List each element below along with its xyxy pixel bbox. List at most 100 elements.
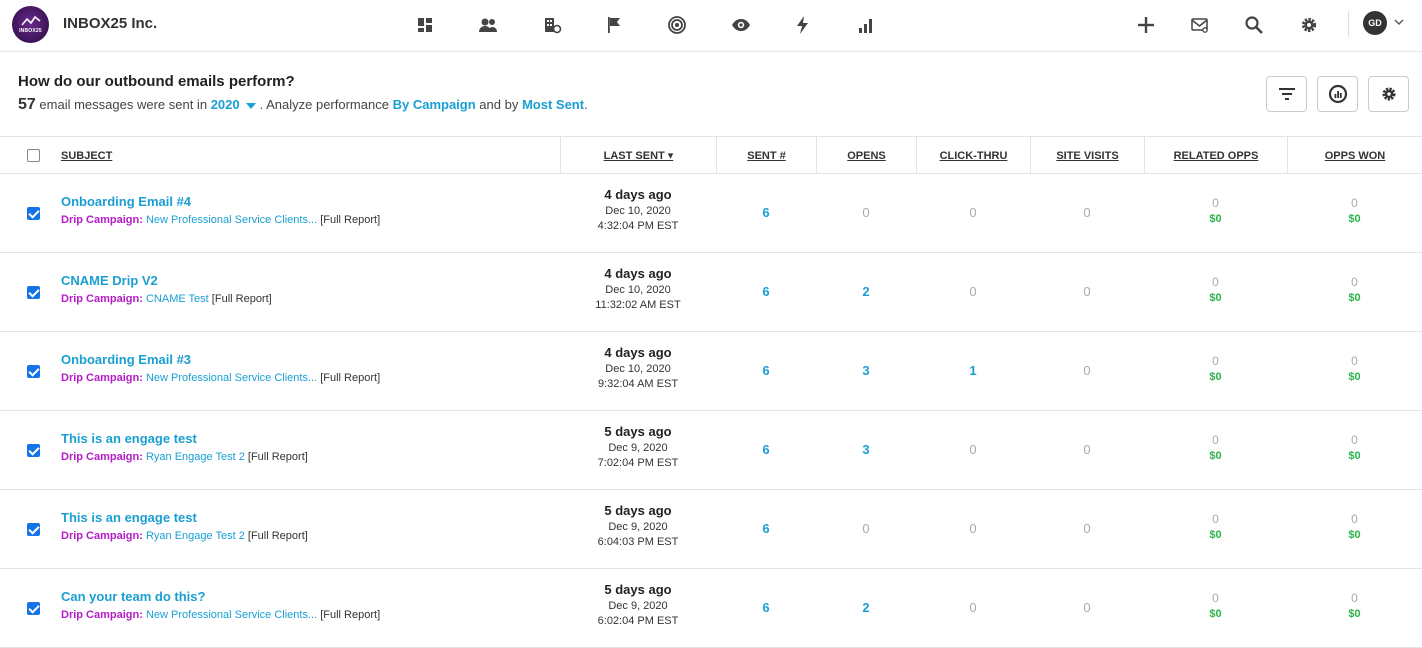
row-checkbox[interactable]: [27, 602, 40, 615]
row-checkbox[interactable]: [27, 286, 40, 299]
clicks-count[interactable]: 0: [916, 205, 1030, 220]
filter-button[interactable]: [1266, 76, 1307, 112]
mail-search-icon[interactable]: [1186, 12, 1214, 38]
col-related-opps[interactable]: RELATED OPPS: [1144, 137, 1287, 174]
site-visits-count[interactable]: 0: [1030, 442, 1144, 457]
full-report-link[interactable]: [Full Report]: [212, 293, 272, 305]
related-opps-amount: $0: [1209, 292, 1222, 304]
campaign-link[interactable]: CNAME Test: [146, 293, 209, 305]
user-avatar[interactable]: GD: [1363, 11, 1387, 35]
last-sent-date: Dec 10, 2020: [605, 284, 671, 296]
full-report-link[interactable]: [Full Report]: [320, 214, 380, 226]
last-sent-time: 7:02:04 PM EST: [597, 457, 679, 469]
col-opens[interactable]: OPENS: [816, 137, 916, 174]
contacts-icon[interactable]: [474, 12, 502, 38]
last-sent-time: 6:02:04 PM EST: [597, 615, 679, 627]
target-icon[interactable]: [663, 12, 691, 38]
email-subject-link[interactable]: CNAME Drip V2: [61, 273, 272, 288]
opens-count[interactable]: 0: [816, 205, 916, 220]
email-subject-link[interactable]: Onboarding Email #4: [61, 194, 380, 209]
col-site-visits[interactable]: SITE VISITS: [1030, 137, 1144, 174]
chart-view-button[interactable]: [1317, 76, 1358, 112]
full-report-link[interactable]: [Full Report]: [248, 530, 308, 542]
dashboard-icon[interactable]: [411, 12, 439, 38]
sent-count[interactable]: 6: [716, 600, 816, 615]
related-opps-amount: $0: [1209, 529, 1222, 541]
col-opps-won[interactable]: OPPS WON: [1287, 137, 1422, 174]
year-selector[interactable]: 2020: [211, 97, 240, 112]
clicks-count[interactable]: 1: [916, 363, 1030, 378]
opens-count[interactable]: 3: [816, 363, 916, 378]
related-opps-cell: 0 $0: [1144, 196, 1287, 225]
col-last-sent[interactable]: LAST SENT ▾: [560, 137, 716, 174]
campaign-link[interactable]: New Professional Service Clients...: [146, 214, 317, 226]
clicks-count[interactable]: 0: [916, 442, 1030, 457]
col-sent[interactable]: SENT #: [716, 137, 816, 174]
clicks-count[interactable]: 0: [916, 521, 1030, 536]
col-click-thru[interactable]: CLICK-THRU: [916, 137, 1030, 174]
site-visits-count[interactable]: 0: [1030, 205, 1144, 220]
last-sent-relative: 4 days ago: [604, 266, 672, 281]
last-sent-time: 11:32:02 AM EST: [595, 299, 681, 311]
by-campaign-link[interactable]: By Campaign: [393, 97, 476, 112]
eye-icon[interactable]: [727, 12, 755, 38]
company-logo[interactable]: INBOX25: [12, 6, 49, 43]
clicks-count[interactable]: 0: [916, 600, 1030, 615]
plus-icon[interactable]: [1132, 12, 1160, 38]
page-title: How do our outbound emails perform?: [18, 73, 295, 90]
full-report-link[interactable]: [Full Report]: [248, 451, 308, 463]
search-icon[interactable]: [1240, 12, 1268, 38]
email-subject-link[interactable]: This is an engage test: [61, 510, 308, 525]
row-checkbox[interactable]: [27, 365, 40, 378]
opps-won-amount: $0: [1348, 292, 1361, 304]
related-opps-cell: 0 $0: [1144, 354, 1287, 383]
row-checkbox[interactable]: [27, 207, 40, 220]
campaign-meta: Drip Campaign: New Professional Service …: [61, 372, 380, 384]
chevron-down-icon[interactable]: [1393, 16, 1405, 28]
last-sent-relative: 4 days ago: [604, 345, 672, 360]
email-subject-link[interactable]: Onboarding Email #3: [61, 352, 380, 367]
site-visits-count[interactable]: 0: [1030, 284, 1144, 299]
opps-won-amount: $0: [1348, 213, 1361, 225]
sent-count[interactable]: 6: [716, 363, 816, 378]
opens-count[interactable]: 3: [816, 442, 916, 457]
accounts-icon[interactable]: [538, 12, 566, 38]
campaign-link[interactable]: New Professional Service Clients...: [146, 609, 317, 621]
flag-icon[interactable]: [600, 12, 628, 38]
gear-icon[interactable]: [1295, 12, 1323, 38]
opps-won-count: 0: [1351, 433, 1358, 447]
site-visits-count[interactable]: 0: [1030, 600, 1144, 615]
settings-button[interactable]: [1368, 76, 1409, 112]
full-report-link[interactable]: [Full Report]: [320, 372, 380, 384]
nav-divider: [1348, 11, 1349, 37]
site-visits-count[interactable]: 0: [1030, 521, 1144, 536]
bar-chart-icon[interactable]: [852, 12, 880, 38]
most-sent-link[interactable]: Most Sent: [522, 97, 584, 112]
table-row: Can your team do this? Drip Campaign: Ne…: [0, 569, 1422, 648]
sent-count[interactable]: 6: [716, 442, 816, 457]
opens-count[interactable]: 2: [816, 600, 916, 615]
bolt-icon[interactable]: [789, 12, 817, 38]
opens-count[interactable]: 0: [816, 521, 916, 536]
year-caret-icon[interactable]: [245, 102, 256, 109]
campaign-meta: Drip Campaign: Ryan Engage Test 2 [Full …: [61, 530, 308, 542]
logo-text: INBOX25: [19, 28, 42, 34]
site-visits-count[interactable]: 0: [1030, 363, 1144, 378]
campaign-link[interactable]: New Professional Service Clients...: [146, 372, 317, 384]
opens-count[interactable]: 2: [816, 284, 916, 299]
sent-count[interactable]: 6: [716, 205, 816, 220]
email-subject-link[interactable]: Can your team do this?: [61, 589, 380, 604]
clicks-count[interactable]: 0: [916, 284, 1030, 299]
row-checkbox[interactable]: [27, 444, 40, 457]
campaign-link[interactable]: Ryan Engage Test 2: [146, 530, 245, 542]
full-report-link[interactable]: [Full Report]: [320, 609, 380, 621]
campaign-meta: Drip Campaign: Ryan Engage Test 2 [Full …: [61, 451, 308, 463]
col-subject[interactable]: SUBJECT: [0, 137, 560, 174]
campaign-link[interactable]: Ryan Engage Test 2: [146, 451, 245, 463]
related-opps-count: 0: [1212, 196, 1219, 210]
message-count: 57: [18, 96, 36, 113]
sent-count[interactable]: 6: [716, 521, 816, 536]
sent-count[interactable]: 6: [716, 284, 816, 299]
email-subject-link[interactable]: This is an engage test: [61, 431, 308, 446]
row-checkbox[interactable]: [27, 523, 40, 536]
